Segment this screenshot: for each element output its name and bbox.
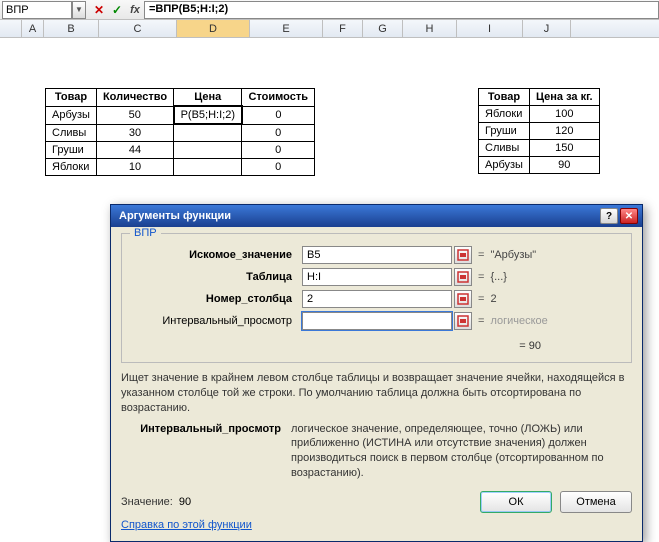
active-cell[interactable]: Р(B5;H:I;2) bbox=[174, 106, 242, 124]
table-row: Арбузы 90 bbox=[479, 157, 600, 174]
function-description: Ищет значение в крайнем левом столбце та… bbox=[121, 371, 632, 416]
price-table: Товар Цена за кг. Яблоки 100 Груши 120 С… bbox=[478, 88, 600, 174]
column-headers: A B C D E F G H I J bbox=[0, 20, 659, 38]
arg-label-lookup: Искомое_значение bbox=[189, 249, 292, 261]
col-header-F[interactable]: F bbox=[323, 20, 363, 37]
help-button[interactable]: ? bbox=[600, 208, 618, 224]
help-link[interactable]: Справка по этой функции bbox=[121, 519, 252, 531]
arg-input-table[interactable] bbox=[302, 268, 452, 286]
table-row: Арбузы 50 Р(B5;H:I;2) 0 bbox=[46, 106, 315, 124]
arg-eval-col: 2 bbox=[490, 293, 496, 305]
col-header-J[interactable]: J bbox=[523, 20, 571, 37]
argument-group: ВПР Искомое_значение = "Арбузы" Таблица … bbox=[121, 233, 632, 363]
col-header-B[interactable]: B bbox=[44, 20, 99, 37]
hdr-price: Цена bbox=[174, 89, 242, 107]
cancel-button[interactable]: Отмена bbox=[560, 491, 632, 513]
worksheet[interactable]: Товар Количество Цена Стоимость Арбузы 5… bbox=[0, 38, 659, 42]
hdr-qty: Количество bbox=[96, 89, 173, 107]
main-table: Товар Количество Цена Стоимость Арбузы 5… bbox=[45, 88, 315, 176]
dialog-titlebar[interactable]: Аргументы функции ? ✕ bbox=[111, 205, 642, 227]
col-header-G[interactable]: G bbox=[363, 20, 403, 37]
col-header-A[interactable]: A bbox=[22, 20, 44, 37]
arg-input-lookup[interactable] bbox=[302, 246, 452, 264]
col-header-E[interactable]: E bbox=[250, 20, 323, 37]
arg-input-col[interactable] bbox=[302, 290, 452, 308]
col-header-C[interactable]: C bbox=[99, 20, 177, 37]
function-name-label: ВПР bbox=[130, 227, 161, 239]
collapse-dialog-icon[interactable] bbox=[454, 290, 472, 308]
result-value: 90 bbox=[179, 496, 191, 508]
arg-label-range: Интервальный_просмотр bbox=[132, 315, 302, 327]
col-header-D[interactable]: D bbox=[177, 20, 250, 37]
formula-bar: ▼ ✕ ✓ fx =ВПР(B5;H:I;2) bbox=[0, 0, 659, 20]
col-header-I[interactable]: I bbox=[457, 20, 523, 37]
intermediate-result: = 90 bbox=[132, 334, 621, 356]
table-row: Сливы 30 0 bbox=[46, 124, 315, 141]
function-arguments-dialog: Аргументы функции ? ✕ ВПР Искомое_значен… bbox=[110, 204, 643, 542]
hdr-cost: Стоимость bbox=[242, 89, 315, 107]
arg-eval-lookup: "Арбузы" bbox=[490, 249, 536, 261]
table-row: Груши 120 bbox=[479, 123, 600, 140]
dialog-title: Аргументы функции bbox=[115, 210, 598, 222]
name-box-dropdown[interactable]: ▼ bbox=[72, 1, 86, 19]
arg-eval-range: логическое bbox=[490, 315, 547, 327]
arg-label-table: Таблица bbox=[246, 271, 292, 283]
result-label: Значение: bbox=[121, 496, 173, 508]
arg-eval-table: {...} bbox=[490, 271, 507, 283]
hdr-tovar2: Товар bbox=[479, 89, 530, 106]
table-row: Яблоки 100 bbox=[479, 106, 600, 123]
table-row: Сливы 150 bbox=[479, 140, 600, 157]
table-row: Груши 44 0 bbox=[46, 141, 315, 158]
arg-input-range[interactable] bbox=[302, 312, 452, 330]
collapse-dialog-icon[interactable] bbox=[454, 246, 472, 264]
col-header-H[interactable]: H bbox=[403, 20, 457, 37]
hdr-tovar: Товар bbox=[46, 89, 97, 107]
hdr-ppkg: Цена за кг. bbox=[529, 89, 599, 106]
collapse-dialog-icon[interactable] bbox=[454, 268, 472, 286]
table-row: Яблоки 10 0 bbox=[46, 158, 315, 175]
formula-input[interactable]: =ВПР(B5;H:I;2) bbox=[144, 1, 659, 19]
accept-formula-icon[interactable]: ✓ bbox=[108, 1, 126, 19]
name-box[interactable] bbox=[2, 1, 72, 19]
ok-button[interactable]: ОК bbox=[480, 491, 552, 513]
close-button[interactable]: ✕ bbox=[620, 208, 638, 224]
collapse-dialog-icon[interactable] bbox=[454, 312, 472, 330]
param-description: Интервальный_просмотр логическое значени… bbox=[121, 422, 632, 481]
arg-label-col: Номер_столбца bbox=[206, 293, 292, 305]
fx-icon[interactable]: fx bbox=[126, 1, 144, 19]
cancel-formula-icon[interactable]: ✕ bbox=[90, 1, 108, 19]
